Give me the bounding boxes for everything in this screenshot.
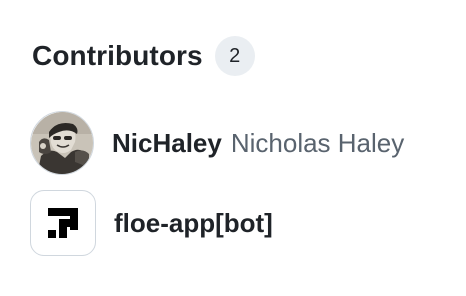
floe-logo-icon [48, 208, 78, 238]
contributor-full-name[interactable]: Nicholas Haley [231, 128, 404, 159]
contributors-panel: Contributors 2 NicHaley Nicholas Haley f… [0, 0, 466, 296]
avatar[interactable] [30, 190, 96, 256]
photo-avatar [31, 112, 93, 174]
contributor-login[interactable]: NicHaley [112, 128, 222, 159]
contributor-item[interactable]: floe-app[bot] [30, 190, 273, 256]
avatar[interactable] [30, 111, 94, 175]
contributors-count-badge: 2 [214, 36, 255, 76]
contributor-login[interactable]: floe-app[bot] [114, 208, 273, 239]
section-title[interactable]: Contributors [32, 36, 203, 76]
contributors-header: Contributors 2 [32, 36, 255, 76]
contributor-item[interactable]: NicHaley Nicholas Haley [30, 111, 404, 175]
